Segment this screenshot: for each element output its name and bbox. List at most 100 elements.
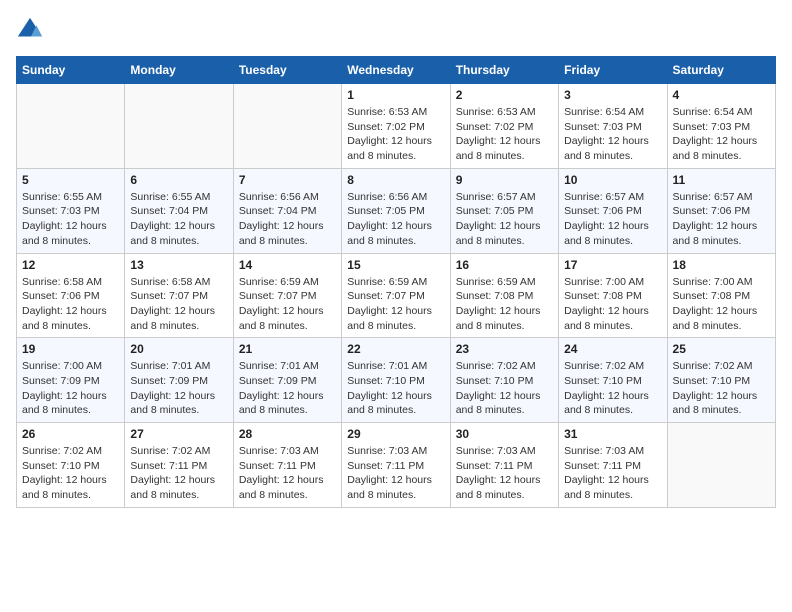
calendar-cell: 6Sunrise: 6:55 AM Sunset: 7:04 PM Daylig… <box>125 168 233 253</box>
calendar-cell: 19 Sunrise: 7:00 AM Sunset: 7:09 PM Dayli… <box>17 338 125 423</box>
calendar-cell: 3 Sunrise: 6:54 AM Sunset: 7:03 PM Daylig… <box>559 84 667 169</box>
day-number: 2 <box>456 88 553 102</box>
day-number: 22 <box>347 342 444 356</box>
day-info: Sunrise: 7:00 AM Sunset: 7:08 PM Dayligh… <box>673 275 770 334</box>
weekday-header-saturday: Saturday <box>667 57 775 84</box>
calendar-cell: 18 Sunrise: 7:00 AM Sunset: 7:08 PM Dayli… <box>667 253 775 338</box>
calendar-cell <box>667 423 775 508</box>
calendar-cell: 16Sunrise: 6:59 AM Sunset: 7:08 PM Dayli… <box>450 253 558 338</box>
day-info: Sunrise: 7:00 AM Sunset: 7:08 PM Dayligh… <box>564 275 661 334</box>
calendar-cell: 30 Sunrise: 7:03 AM Sunset: 7:11 PM Dayli… <box>450 423 558 508</box>
day-info: Sunrise: 6:59 AM Sunset: 7:07 PM Dayligh… <box>239 275 336 334</box>
calendar-cell <box>233 84 341 169</box>
day-info: Sunrise: 6:54 AM Sunset: 7:03 PM Dayligh… <box>564 105 661 164</box>
day-info: Sunrise: 6:59 AM Sunset: 7:07 PM Dayligh… <box>347 275 444 334</box>
day-info: Sunrise: 6:57 AM Sunset: 7:06 PM Dayligh… <box>673 190 770 249</box>
calendar-cell: 28Sunrise: 7:03 AM Sunset: 7:11 PM Dayli… <box>233 423 341 508</box>
calendar-cell: 22 Sunrise: 7:01 AM Sunset: 7:10 PM Dayli… <box>342 338 450 423</box>
calendar-cell: 8Sunrise: 6:56 AM Sunset: 7:05 PM Daylig… <box>342 168 450 253</box>
calendar-week-row: 12 Sunrise: 6:58 AM Sunset: 7:06 PM Dayli… <box>17 253 776 338</box>
calendar-cell: 15Sunrise: 6:59 AM Sunset: 7:07 PM Dayli… <box>342 253 450 338</box>
day-number: 13 <box>130 258 227 272</box>
day-number: 19 <box>22 342 119 356</box>
calendar-week-row: 1 Sunrise: 6:53 AM Sunset: 7:02 PM Daylig… <box>17 84 776 169</box>
calendar-week-row: 26 Sunrise: 7:02 AM Sunset: 7:10 PM Dayli… <box>17 423 776 508</box>
day-number: 12 <box>22 258 119 272</box>
weekday-header-wednesday: Wednesday <box>342 57 450 84</box>
day-info: Sunrise: 7:01 AM Sunset: 7:09 PM Dayligh… <box>130 359 227 418</box>
calendar-cell: 31 Sunrise: 7:03 AM Sunset: 7:11 PM Dayli… <box>559 423 667 508</box>
day-number: 23 <box>456 342 553 356</box>
day-number: 20 <box>130 342 227 356</box>
day-info: Sunrise: 7:00 AM Sunset: 7:09 PM Dayligh… <box>22 359 119 418</box>
weekday-header-friday: Friday <box>559 57 667 84</box>
weekday-header-tuesday: Tuesday <box>233 57 341 84</box>
calendar-cell <box>17 84 125 169</box>
day-number: 18 <box>673 258 770 272</box>
calendar-cell: 5 Sunrise: 6:55 AM Sunset: 7:03 PM Daylig… <box>17 168 125 253</box>
day-number: 21 <box>239 342 336 356</box>
day-number: 1 <box>347 88 444 102</box>
weekday-header-thursday: Thursday <box>450 57 558 84</box>
calendar-cell: 21 Sunrise: 7:01 AM Sunset: 7:09 PM Dayli… <box>233 338 341 423</box>
day-info: Sunrise: 7:03 AM Sunset: 7:11 PM Dayligh… <box>456 444 553 503</box>
day-number: 4 <box>673 88 770 102</box>
day-info: Sunrise: 6:55 AM Sunset: 7:03 PM Dayligh… <box>22 190 119 249</box>
day-info: Sunrise: 6:54 AM Sunset: 7:03 PM Dayligh… <box>673 105 770 164</box>
day-number: 29 <box>347 427 444 441</box>
calendar-cell: 29 Sunrise: 7:03 AM Sunset: 7:11 PM Dayli… <box>342 423 450 508</box>
calendar-cell: 9 Sunrise: 6:57 AM Sunset: 7:05 PM Daylig… <box>450 168 558 253</box>
calendar-cell: 2 Sunrise: 6:53 AM Sunset: 7:02 PM Daylig… <box>450 84 558 169</box>
day-info: Sunrise: 6:58 AM Sunset: 7:07 PM Dayligh… <box>130 275 227 334</box>
calendar-cell: 10 Sunrise: 6:57 AM Sunset: 7:06 PM Dayli… <box>559 168 667 253</box>
day-info: Sunrise: 7:02 AM Sunset: 7:10 PM Dayligh… <box>673 359 770 418</box>
calendar-cell: 7 Sunrise: 6:56 AM Sunset: 7:04 PM Daylig… <box>233 168 341 253</box>
day-info: Sunrise: 7:02 AM Sunset: 7:10 PM Dayligh… <box>564 359 661 418</box>
weekday-header-sunday: Sunday <box>17 57 125 84</box>
day-info: Sunrise: 7:03 AM Sunset: 7:11 PM Dayligh… <box>564 444 661 503</box>
day-info: Sunrise: 7:03 AM Sunset: 7:11 PM Dayligh… <box>347 444 444 503</box>
calendar-cell: 25 Sunrise: 7:02 AM Sunset: 7:10 PM Dayli… <box>667 338 775 423</box>
day-number: 28 <box>239 427 336 441</box>
calendar-cell: 23 Sunrise: 7:02 AM Sunset: 7:10 PM Dayli… <box>450 338 558 423</box>
day-info: Sunrise: 6:56 AM Sunset: 7:04 PM Dayligh… <box>239 190 336 249</box>
day-info: Sunrise: 6:56 AM Sunset: 7:05 PM Dayligh… <box>347 190 444 249</box>
day-number: 26 <box>22 427 119 441</box>
day-number: 9 <box>456 173 553 187</box>
day-number: 25 <box>673 342 770 356</box>
calendar-cell: 4 Sunrise: 6:54 AM Sunset: 7:03 PM Daylig… <box>667 84 775 169</box>
day-info: Sunrise: 6:57 AM Sunset: 7:05 PM Dayligh… <box>456 190 553 249</box>
day-info: Sunrise: 6:58 AM Sunset: 7:06 PM Dayligh… <box>22 275 119 334</box>
day-number: 30 <box>456 427 553 441</box>
day-info: Sunrise: 7:02 AM Sunset: 7:10 PM Dayligh… <box>456 359 553 418</box>
day-number: 11 <box>673 173 770 187</box>
calendar-cell: 12 Sunrise: 6:58 AM Sunset: 7:06 PM Dayli… <box>17 253 125 338</box>
calendar-cell <box>125 84 233 169</box>
day-number: 6 <box>130 173 227 187</box>
calendar-cell: 17Sunrise: 7:00 AM Sunset: 7:08 PM Dayli… <box>559 253 667 338</box>
calendar-cell: 26 Sunrise: 7:02 AM Sunset: 7:10 PM Dayli… <box>17 423 125 508</box>
day-info: Sunrise: 6:53 AM Sunset: 7:02 PM Dayligh… <box>456 105 553 164</box>
day-info: Sunrise: 7:01 AM Sunset: 7:10 PM Dayligh… <box>347 359 444 418</box>
calendar-week-row: 19 Sunrise: 7:00 AM Sunset: 7:09 PM Dayli… <box>17 338 776 423</box>
calendar-table: SundayMondayTuesdayWednesdayThursdayFrid… <box>16 56 776 508</box>
calendar-header-row: SundayMondayTuesdayWednesdayThursdayFrid… <box>17 57 776 84</box>
calendar-cell: 27Sunrise: 7:02 AM Sunset: 7:11 PM Dayli… <box>125 423 233 508</box>
day-number: 7 <box>239 173 336 187</box>
page-header <box>16 16 776 44</box>
day-info: Sunrise: 7:01 AM Sunset: 7:09 PM Dayligh… <box>239 359 336 418</box>
calendar-cell: 14 Sunrise: 6:59 AM Sunset: 7:07 PM Dayli… <box>233 253 341 338</box>
calendar-cell: 11 Sunrise: 6:57 AM Sunset: 7:06 PM Dayli… <box>667 168 775 253</box>
day-number: 3 <box>564 88 661 102</box>
calendar-cell: 20 Sunrise: 7:01 AM Sunset: 7:09 PM Dayli… <box>125 338 233 423</box>
day-info: Sunrise: 7:02 AM Sunset: 7:11 PM Dayligh… <box>130 444 227 503</box>
day-info: Sunrise: 6:57 AM Sunset: 7:06 PM Dayligh… <box>564 190 661 249</box>
day-number: 5 <box>22 173 119 187</box>
day-number: 16 <box>456 258 553 272</box>
calendar-week-row: 5 Sunrise: 6:55 AM Sunset: 7:03 PM Daylig… <box>17 168 776 253</box>
day-number: 31 <box>564 427 661 441</box>
day-number: 10 <box>564 173 661 187</box>
day-number: 14 <box>239 258 336 272</box>
day-info: Sunrise: 7:02 AM Sunset: 7:10 PM Dayligh… <box>22 444 119 503</box>
calendar-cell: 1Sunrise: 6:53 AM Sunset: 7:02 PM Daylig… <box>342 84 450 169</box>
